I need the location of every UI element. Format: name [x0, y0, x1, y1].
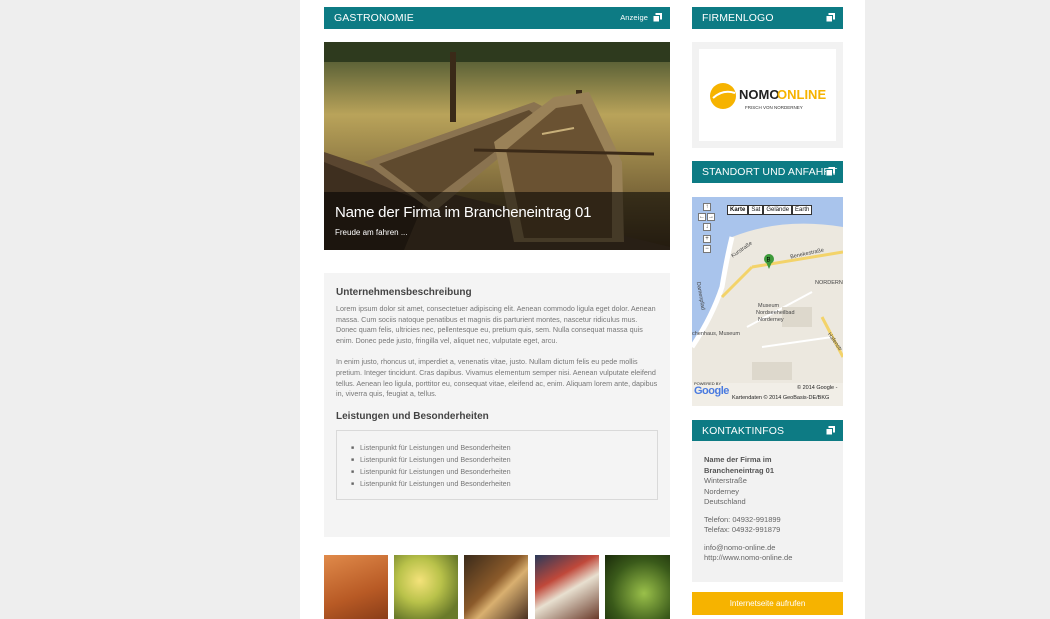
list-item: Listenpunkt für Leistungen und Besonderh…	[351, 478, 643, 490]
contact-section-title: KONTAKTINFOS	[702, 425, 785, 437]
section-title: GASTRONOMIE	[334, 12, 414, 24]
logo-name-accent: ONLINE	[777, 87, 826, 102]
contact-country: Deutschland	[704, 497, 746, 506]
map-type-switcher: Karte Sat Gelände Earth	[727, 205, 813, 215]
copy-icon[interactable]	[826, 13, 835, 22]
section-header-logo: FIRMENLOGO	[692, 7, 843, 29]
gallery-thumb-leaves[interactable]	[394, 555, 458, 619]
contact-fax: Telefax: 04932-991879	[704, 525, 781, 534]
gallery-thumb-palette[interactable]	[535, 555, 599, 619]
hero-subtitle: Freude am fahren ...	[335, 228, 408, 237]
pan-right-control[interactable]: →	[707, 213, 715, 221]
map-label-museum: Museum	[758, 303, 780, 309]
list-item: Listenpunkt für Leistungen und Besonderh…	[351, 454, 643, 466]
map-type-karte[interactable]: Karte	[727, 205, 749, 215]
location-section-title: STANDORT UND ANFAHRT	[702, 166, 838, 178]
description-paragraph-2: In enim justo, rhoncus ut, imperdiet a, …	[336, 357, 658, 399]
nomo-logo-icon: NOMO ONLINE FRISCH VON NORDERNEY	[710, 83, 826, 110]
description-paragraph-1: Lorem ipsum dolor sit amet, consectetuer…	[336, 304, 656, 345]
map-label-museum2: Nordseeheilbad	[756, 310, 795, 316]
company-description: Unternehmensbeschreibung Lorem ipsum dol…	[324, 273, 670, 537]
map-copyright-1: © 2014 Google -	[797, 385, 838, 391]
section-header-gastronomie: GASTRONOMIE Anzeige	[324, 7, 670, 29]
map-copyright-2[interactable]: Kartendaten © 2014 GeoBasis-DE/BKG	[732, 395, 829, 401]
contact-city: Norderney	[704, 486, 740, 496]
pan-left-control[interactable]: ←	[698, 213, 706, 221]
hero-title[interactable]: Name der Firma im Brancheneintrag 01	[335, 204, 659, 221]
contact-name-line1: Name der Firma im	[704, 455, 772, 464]
pan-down-control[interactable]: ↓	[703, 223, 711, 231]
location-map[interactable]: B ↑ ← → ↓ + − Karte Sat Gelände Earth Ku…	[692, 197, 843, 406]
map-label-museum3: Norderney	[758, 317, 784, 323]
hero-image[interactable]: Name der Firma im Brancheneintrag 01 Fre…	[324, 42, 670, 250]
left-gutter	[0, 0, 300, 619]
logo-tagline: FRISCH VON NORDERNEY	[745, 105, 803, 110]
copy-icon[interactable]	[826, 167, 835, 176]
company-logo[interactable]: NOMO ONLINE FRISCH VON NORDERNEY	[699, 49, 836, 141]
ad-label[interactable]: Anzeige	[620, 7, 648, 29]
right-gutter	[865, 0, 1050, 619]
map-type-sat[interactable]: Sat	[748, 205, 764, 215]
contact-name-line2: Brancheneintrag 01	[704, 465, 775, 475]
map-label-area: NORDERN	[815, 280, 843, 286]
contact-street: Winterstraße	[704, 476, 747, 485]
services-heading: Leistungen und Besonderheiten	[336, 410, 489, 422]
section-header-location: STANDORT UND ANFAHRT	[692, 161, 843, 183]
map-marker[interactable]: B	[767, 258, 771, 264]
logo-section-title: FIRMENLOGO	[702, 12, 774, 24]
copy-icon[interactable]	[826, 426, 835, 435]
gallery-thumb-brushes[interactable]	[464, 555, 528, 619]
pan-up-control[interactable]: ↑	[703, 203, 711, 211]
map-label-poi: chenhaus, Museum	[692, 331, 740, 337]
gallery-thumb-plant[interactable]	[605, 555, 670, 619]
visit-website-button[interactable]: Internetseite aufrufen	[692, 592, 843, 615]
map-canvas: B	[692, 223, 843, 406]
copy-icon[interactable]	[653, 13, 662, 22]
services-list: Listenpunkt für Leistungen und Besonderh…	[336, 429, 658, 500]
logo-name-dark: NOMO	[739, 87, 779, 102]
description-heading: Unternehmensbeschreibung	[336, 287, 472, 298]
gallery-thumb-desert[interactable]	[324, 555, 388, 619]
google-logo[interactable]: Google	[694, 385, 729, 397]
section-header-contact: KONTAKTINFOS	[692, 420, 843, 442]
contact-email-link[interactable]: info@nomo-online.de	[704, 543, 831, 554]
logo-box: NOMO ONLINE FRISCH VON NORDERNEY	[692, 42, 843, 148]
list-item: Listenpunkt für Leistungen und Besonderh…	[351, 466, 643, 478]
map-type-earth[interactable]: Earth	[792, 205, 813, 215]
contact-info: Name der Firma im Brancheneintrag 01 Win…	[692, 441, 843, 582]
gallery-thumbnails	[324, 555, 670, 619]
map-type-gelaende[interactable]: Gelände	[763, 205, 793, 215]
zoom-out-control[interactable]: −	[703, 245, 711, 253]
hero-caption: Name der Firma im Brancheneintrag 01 Fre…	[324, 192, 670, 250]
list-item: Listenpunkt für Leistungen und Besonderh…	[351, 442, 643, 454]
zoom-in-control[interactable]: +	[703, 235, 711, 243]
contact-phone: Telefon: 04932-991899	[704, 514, 781, 524]
contact-website-link[interactable]: http://www.nomo-online.de	[704, 553, 831, 564]
